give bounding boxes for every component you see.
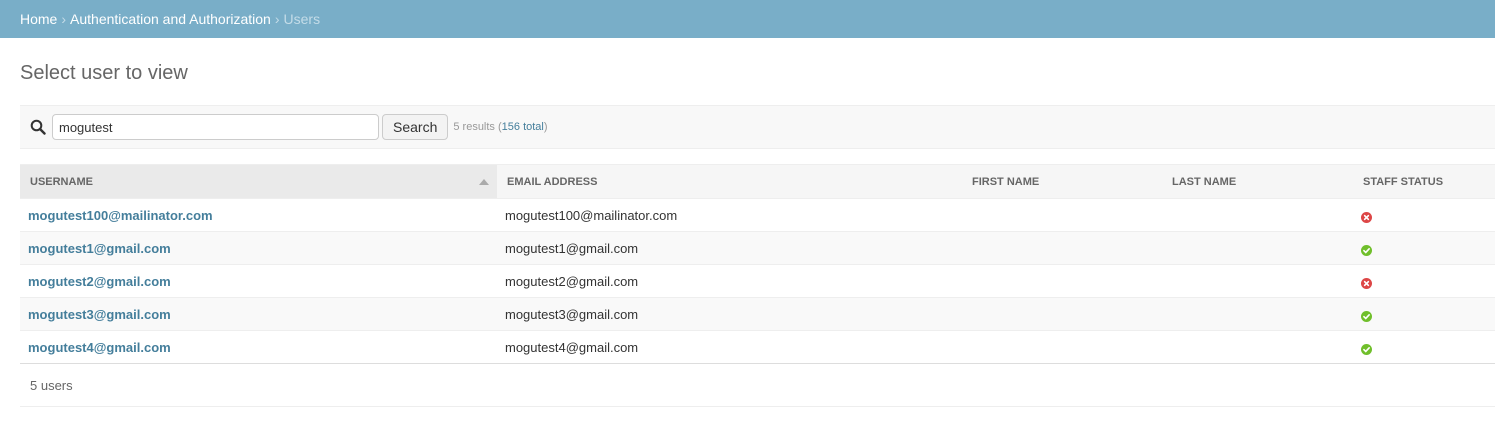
cell-first-name xyxy=(962,231,1162,265)
result-count: 5 results (156 total) xyxy=(453,121,547,133)
username-link[interactable]: mogutest100@mailinator.com xyxy=(28,208,213,223)
cell-last-name xyxy=(1162,198,1353,232)
result-count-prefix: 5 results ( xyxy=(453,121,502,133)
table-header-row: Username Email address First name Last n… xyxy=(20,164,1495,199)
breadcrumb-home-link[interactable]: Home xyxy=(20,11,57,27)
paginator: 5 users xyxy=(20,364,1495,407)
cell-first-name xyxy=(962,198,1162,232)
column-header-email[interactable]: Email address xyxy=(497,164,962,199)
table-row: mogutest4@gmail.com mogutest4@gmail.com xyxy=(20,330,1495,364)
column-header-label[interactable]: Email address xyxy=(507,176,597,188)
cell-username: mogutest4@gmail.com xyxy=(20,330,497,364)
x-circle-icon xyxy=(1361,211,1372,223)
page-title: Select user to view xyxy=(20,62,188,84)
cell-first-name xyxy=(962,264,1162,298)
search-input[interactable] xyxy=(52,114,379,140)
cell-staff-status xyxy=(1353,330,1495,364)
check-circle-icon xyxy=(1361,343,1372,355)
cell-email: mogutest1@gmail.com xyxy=(497,231,962,265)
search-icon xyxy=(30,119,46,135)
cell-first-name xyxy=(962,297,1162,331)
search-button[interactable]: Search xyxy=(382,114,449,140)
users-table: Username Email address First name Last n… xyxy=(20,164,1495,364)
username-link[interactable]: mogutest4@gmail.com xyxy=(28,340,171,355)
search-toolbar: Search 5 results (156 total) xyxy=(20,105,1495,149)
breadcrumb-current: Users xyxy=(283,11,321,27)
cell-email: mogutest2@gmail.com xyxy=(497,264,962,298)
check-circle-icon xyxy=(1361,310,1372,322)
cell-username: mogutest100@mailinator.com xyxy=(20,198,497,232)
column-header-label[interactable]: Username xyxy=(30,176,93,188)
cell-last-name xyxy=(1162,264,1353,298)
cell-first-name xyxy=(962,330,1162,364)
column-header-last-name[interactable]: Last name xyxy=(1162,164,1353,199)
cell-staff-status xyxy=(1353,264,1495,298)
cell-last-name xyxy=(1162,330,1353,364)
table-row: mogutest1@gmail.com mogutest1@gmail.com xyxy=(20,231,1495,265)
cell-last-name xyxy=(1162,297,1353,331)
username-link[interactable]: mogutest1@gmail.com xyxy=(28,241,171,256)
show-all-link[interactable]: 156 total xyxy=(502,121,544,133)
cell-staff-status xyxy=(1353,198,1495,232)
cell-staff-status xyxy=(1353,297,1495,331)
breadcrumb-separator: › xyxy=(274,11,280,27)
column-header-username[interactable]: Username xyxy=(20,164,497,199)
breadcrumb-separator: › xyxy=(61,11,67,27)
cell-username: mogutest2@gmail.com xyxy=(20,264,497,298)
cell-username: mogutest3@gmail.com xyxy=(20,297,497,331)
cell-email: mogutest4@gmail.com xyxy=(497,330,962,364)
username-link[interactable]: mogutest2@gmail.com xyxy=(28,274,171,289)
breadcrumb: Home › Authentication and Authorization … xyxy=(0,0,1495,38)
cell-email: mogutest3@gmail.com xyxy=(497,297,962,331)
x-circle-icon xyxy=(1361,277,1372,289)
table-row: mogutest3@gmail.com mogutest3@gmail.com xyxy=(20,297,1495,331)
cell-staff-status xyxy=(1353,231,1495,265)
breadcrumb-section-link[interactable]: Authentication and Authorization xyxy=(70,11,271,27)
sort-ascending-icon[interactable] xyxy=(479,179,489,185)
result-count-suffix: ) xyxy=(543,121,548,133)
check-circle-icon xyxy=(1361,244,1372,256)
column-header-label[interactable]: First name xyxy=(972,176,1039,188)
cell-email: mogutest100@mailinator.com xyxy=(497,198,962,232)
column-header-label[interactable]: Staff status xyxy=(1363,176,1443,188)
table-row: mogutest100@mailinator.com mogutest100@ma… xyxy=(20,198,1495,232)
column-header-first-name[interactable]: First name xyxy=(962,164,1162,199)
cell-username: mogutest1@gmail.com xyxy=(20,231,497,265)
cell-last-name xyxy=(1162,231,1353,265)
column-header-staff-status[interactable]: Staff status xyxy=(1353,164,1495,199)
username-link[interactable]: mogutest3@gmail.com xyxy=(28,307,171,322)
column-header-label[interactable]: Last name xyxy=(1172,176,1236,188)
table-row: mogutest2@gmail.com mogutest2@gmail.com xyxy=(20,264,1495,298)
content: Select user to view Search 5 results (15… xyxy=(0,38,1495,407)
